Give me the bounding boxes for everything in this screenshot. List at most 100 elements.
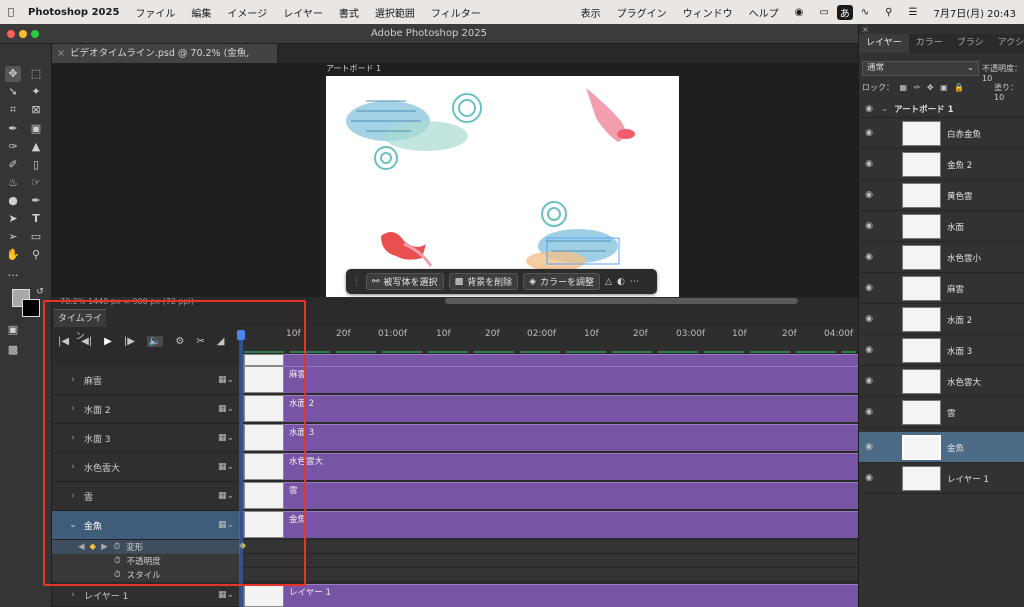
work-area-bar[interactable] <box>244 351 856 353</box>
collapse-panel-icon[interactable]: × <box>862 25 869 34</box>
layer-row[interactable]: ◉ 水面 3 <box>859 335 1024 366</box>
minimize-window-icon[interactable] <box>19 30 27 38</box>
layer-row[interactable]: ◉ 金魚 2 <box>859 149 1024 180</box>
magic-wand-tool-icon[interactable]: ✦ <box>28 84 44 100</box>
close-window-icon[interactable] <box>7 30 15 38</box>
lock-transparent-icon[interactable]: ▦ <box>900 83 908 92</box>
tab-actions[interactable]: アクション <box>991 34 1024 53</box>
wifi-icon[interactable]: ∿ <box>853 7 877 18</box>
eye-icon[interactable]: ◉ <box>859 283 879 293</box>
menu-help[interactable]: ヘルプ <box>741 5 787 20</box>
lasso-tool-icon[interactable]: ➘ <box>5 84 21 100</box>
more-tools-icon[interactable]: … <box>5 265 21 281</box>
pen-tool-icon[interactable]: ✒ <box>28 193 44 209</box>
property-track[interactable]: ◆ <box>239 540 858 554</box>
document-tab[interactable]: × ビデオタイムライン.psd @ 70.2% (金魚, RGB/8#) * <box>52 44 278 78</box>
eye-icon[interactable]: ◉ <box>859 252 879 262</box>
timeline-track[interactable] <box>243 366 858 393</box>
timeline-track[interactable] <box>243 395 858 422</box>
zoom-window-icon[interactable] <box>31 30 39 38</box>
menu-file[interactable]: ファイル <box>127 5 183 20</box>
drag-handle-icon[interactable]: ⋮ <box>352 277 361 287</box>
eye-icon[interactable]: ◉ <box>859 345 879 355</box>
zoom-tool-icon[interactable]: ⚲ <box>28 247 44 263</box>
spot-healing-tool-icon[interactable]: ▣ <box>28 121 44 137</box>
eye-icon[interactable]: ◉ <box>859 159 879 169</box>
layer-row[interactable]: ◉ 雲 <box>859 397 1024 428</box>
path-selection-tool-icon[interactable]: ➤ <box>5 211 21 227</box>
film-icon[interactable]: ▦⌄ <box>218 590 240 600</box>
timeline-layer-row[interactable]: › レイヤー 1 ▦⌄ <box>52 584 240 607</box>
artboard-canvas[interactable] <box>326 76 679 298</box>
adjust-color-button[interactable]: ◈ カラーを調整 <box>523 273 601 290</box>
direct-selection-tool-icon[interactable]: ➢ <box>5 229 21 245</box>
close-tab-icon[interactable]: × <box>57 44 65 63</box>
paint-bucket-tool-icon[interactable]: ♨ <box>5 175 21 191</box>
background-color-swatch[interactable] <box>22 299 40 317</box>
lock-artboard-icon[interactable]: ▣ <box>940 83 948 92</box>
move-tool-icon[interactable]: ✥ <box>5 66 21 82</box>
artboard-label[interactable]: アートボード 1 <box>326 63 381 74</box>
layer-row[interactable]: ◉ 水面 <box>859 211 1024 242</box>
lock-paint-icon[interactable]: ✑ <box>914 83 921 92</box>
horizontal-scrollbar[interactable] <box>445 298 798 304</box>
transform-icon[interactable]: △ <box>605 277 612 287</box>
battery-icon[interactable]: ▭ <box>811 7 836 18</box>
menu-plugins[interactable]: プラグイン <box>609 5 675 20</box>
smudge-tool-icon[interactable]: ☞ <box>28 175 44 191</box>
eye-icon[interactable]: ◉ <box>859 442 879 452</box>
eye-icon[interactable]: ◉ <box>859 376 879 386</box>
menu-filter[interactable]: フィルター <box>423 5 489 20</box>
hand-tool-icon[interactable]: ✋ <box>5 247 21 263</box>
eye-icon[interactable]: ◉ <box>859 104 879 114</box>
timeline-track[interactable] <box>243 482 858 509</box>
apple-menu-icon[interactable]:  <box>0 7 22 18</box>
menu-window[interactable]: ウィンドウ <box>675 5 741 20</box>
marquee-tool-icon[interactable]: ⬚ <box>28 66 44 82</box>
control-center-icon[interactable]: ☰ <box>901 7 926 18</box>
layer-row[interactable]: ◉ 麻雲 <box>859 273 1024 304</box>
quick-mask-icon[interactable]: ▣ <box>5 322 21 338</box>
eye-icon[interactable]: ◉ <box>859 128 879 138</box>
tab-layers[interactable]: レイヤー <box>859 34 909 53</box>
type-tool-icon[interactable]: T <box>28 211 44 227</box>
layer-row[interactable]: ◉ 水色雲小 <box>859 242 1024 273</box>
eye-icon[interactable]: ◉ <box>859 190 879 200</box>
tab-brushes[interactable]: ブラシ <box>950 34 991 53</box>
eye-icon[interactable]: ◉ <box>859 473 879 483</box>
rectangle-tool-icon[interactable]: ▭ <box>28 229 44 245</box>
menu-type[interactable]: 書式 <box>331 5 367 20</box>
menu-image[interactable]: イメージ <box>219 5 275 20</box>
chevron-right-icon[interactable]: › <box>66 590 80 600</box>
artboard-group-row[interactable]: ◉ ⌄ アートボード 1 <box>859 100 1024 118</box>
menu-layer[interactable]: レイヤー <box>275 5 331 20</box>
remove-background-button[interactable]: ▩ 背景を削除 <box>448 273 519 290</box>
screen-mode-icon[interactable]: ▩ <box>5 342 21 358</box>
property-track[interactable] <box>243 568 858 582</box>
tab-color[interactable]: カラー <box>909 34 950 53</box>
layer-row[interactable]: ◉ 水面 2 <box>859 304 1024 335</box>
layer-row[interactable]: ◉ 水色雲大 <box>859 366 1024 397</box>
crop-tool-icon[interactable]: ⌗ <box>5 102 21 118</box>
stamp-tool-icon[interactable]: ▲ <box>28 139 44 155</box>
dodge-tool-icon[interactable]: ● <box>5 193 21 209</box>
mask-icon[interactable]: ◐ <box>617 277 625 287</box>
layer-row[interactable]: ◉ レイヤー 1 <box>859 463 1024 494</box>
menu-view[interactable]: 表示 <box>573 5 609 20</box>
clock[interactable]: 7月7日(月) 20:43 <box>925 5 1024 20</box>
layer-row[interactable]: ◉ 白赤金魚 <box>859 118 1024 149</box>
eye-icon[interactable]: ◉ <box>859 221 879 231</box>
menu-select[interactable]: 選択範囲 <box>367 5 423 20</box>
blend-mode-select[interactable]: 通常 ⌄ <box>862 61 979 76</box>
swap-colors-icon[interactable]: ↺ <box>32 284 48 300</box>
timeline-track[interactable] <box>243 584 858 607</box>
eye-icon[interactable]: ◉ <box>859 407 879 417</box>
lock-move-icon[interactable]: ✥ <box>927 83 934 92</box>
eraser-tool-icon[interactable]: ▯ <box>28 157 44 173</box>
record-icon[interactable]: ◉ <box>787 7 812 18</box>
brush-tool-icon[interactable]: ✑ <box>5 139 21 155</box>
ime-indicator[interactable]: あ <box>836 4 853 20</box>
timeline-track[interactable] <box>243 511 858 538</box>
menu-edit[interactable]: 編集 <box>183 5 219 20</box>
timeline-track[interactable] <box>243 453 858 480</box>
